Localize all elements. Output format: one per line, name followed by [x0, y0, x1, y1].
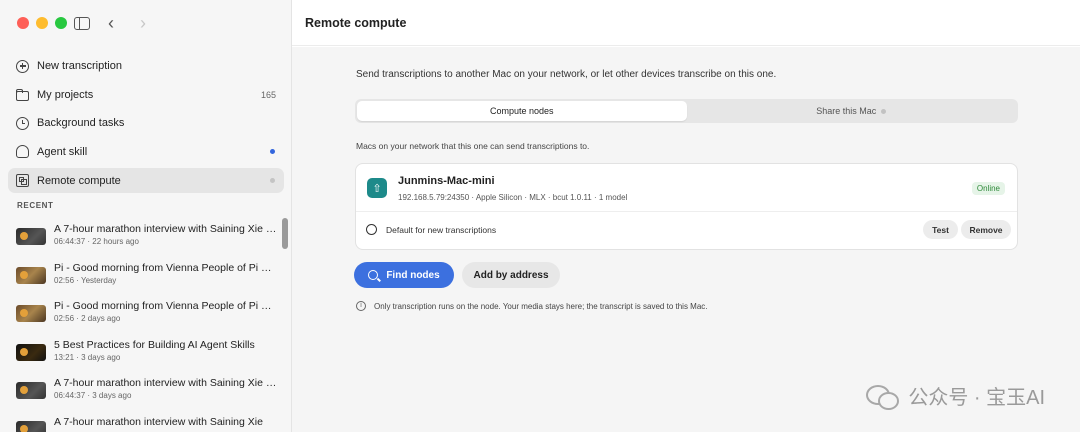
video-thumbnail — [16, 305, 46, 322]
recent-item-title: Pi - Good morning from Vienna People of … — [54, 300, 280, 312]
recent-item-title: A 7-hour marathon interview with Saining… — [54, 415, 263, 428]
sidebar-item-new-transcription[interactable]: New transcription — [8, 52, 284, 81]
recent-item-title: A 7-hour marathon interview with Saining… — [54, 223, 280, 235]
info-note-text: Only transcription runs on the node. You… — [374, 301, 708, 311]
watermark-text: 公众号 · 宝玉AI — [908, 387, 1045, 409]
sidebar-item-label: New transcription — [37, 60, 122, 73]
zoom-window-button[interactable] — [55, 17, 67, 29]
status-dot — [881, 108, 887, 114]
tab-label: Share this Mac — [816, 106, 877, 116]
node-detail: 192.168.5.79:24350 · Apple Silicon · MLX… — [398, 193, 628, 202]
recent-item-meta: 02:56 · 2 days ago — [54, 314, 121, 323]
sidebar-scrollbar[interactable] — [282, 218, 288, 249]
test-button[interactable]: Test — [923, 220, 958, 239]
recent-item[interactable]: A 7-hour marathon interview with Saining… — [16, 411, 280, 432]
recent-section-label: RECENT — [17, 201, 54, 210]
video-thumbnail — [16, 343, 46, 361]
recent-list: A 7-hour marathon interview with Saining… — [16, 218, 280, 432]
recent-item[interactable]: A 7-hour marathon interview with Saining… — [16, 218, 280, 257]
main-panel: Remote compute Send transcriptions to an… — [292, 0, 1080, 432]
default-radio-label: Default for new transcriptions — [386, 225, 497, 235]
sidebar-item-label: Remote compute — [37, 174, 121, 187]
forward-arrow-icon[interactable]: › — [140, 13, 146, 33]
unread-dot — [270, 149, 275, 155]
recent-item[interactable]: A 7-hour marathon interview with Saining… — [16, 372, 280, 411]
tab-share-this-mac[interactable]: Share this Mac — [687, 101, 1017, 121]
recent-item[interactable]: Pi - Good morning from Vienna People of … — [16, 257, 280, 296]
sidebar-item-label: My projects — [37, 88, 94, 101]
status-dot — [270, 178, 275, 183]
recent-item-title: 5 Best Practices for Building AI Agent S… — [54, 338, 255, 351]
tab-compute-nodes[interactable]: Compute nodes — [357, 101, 687, 121]
remote-compute-icon — [16, 174, 29, 187]
divider — [356, 211, 1017, 212]
sidebar-item-my-projects[interactable]: My projects 165 — [8, 81, 284, 110]
sidebar-nav: New transcription My projects 165 Backgr… — [8, 52, 284, 193]
watermark: 公众号 · 宝玉AI — [866, 381, 1045, 410]
upload-box-icon: ⇧ — [367, 178, 387, 198]
search-icon — [368, 270, 379, 280]
info-note: i Only transcription runs on the node. Y… — [356, 301, 708, 311]
status-badge: Online — [971, 182, 1005, 195]
agent-icon — [16, 145, 29, 159]
tab-label: Compute nodes — [489, 106, 554, 116]
back-arrow-icon[interactable]: ‹ — [108, 13, 114, 33]
folder-icon — [15, 88, 29, 101]
sidebar-toggle-icon[interactable] — [74, 17, 90, 30]
recent-item-title: A 7-hour marathon interview with Saining… — [54, 377, 280, 389]
main-header: Remote compute — [292, 0, 1080, 46]
video-thumbnail — [16, 228, 46, 245]
main-body: Send transcriptions to another Mac on yo… — [292, 47, 1080, 432]
close-window-button[interactable] — [17, 17, 29, 29]
sidebar: ‹ › New transcription My projects 165 Ba… — [0, 0, 292, 432]
sidebar-item-label: Background tasks — [37, 117, 125, 130]
node-card: ⇧ Junmins-Mac-mini 192.168.5.79:24350 · … — [355, 163, 1018, 250]
minimize-window-button[interactable] — [36, 17, 48, 29]
sidebar-item-background-tasks[interactable]: Background tasks — [8, 109, 284, 138]
recent-item-meta: 06:44:37 · 22 hours ago — [54, 237, 139, 246]
find-nodes-label: Find nodes — [386, 269, 440, 281]
sidebar-item-remote-compute[interactable]: Remote compute — [8, 168, 284, 193]
segmented-control: Compute nodes Share this Mac — [355, 99, 1018, 123]
remove-button[interactable]: Remove — [961, 220, 1011, 239]
plus-circle-icon — [16, 59, 29, 73]
recent-item-title: Pi - Good morning from Vienna People of … — [54, 261, 280, 274]
node-name: Junmins-Mac-mini — [398, 175, 495, 187]
recent-item-meta: 02:56 · Yesterday — [54, 275, 117, 285]
add-by-address-button[interactable]: Add by address — [462, 262, 560, 288]
wechat-logo-icon — [866, 383, 900, 410]
window-controls — [17, 17, 67, 29]
video-thumbnail — [16, 266, 46, 284]
sidebar-item-label: Agent skill — [37, 145, 88, 158]
intro-text: Send transcriptions to another Mac on yo… — [356, 69, 777, 80]
recent-item-meta: 13:21 · 3 days ago — [54, 352, 121, 362]
recent-item-meta: 06:44:37 · 3 days ago — [54, 391, 132, 400]
project-count: 165 — [260, 89, 276, 100]
sidebar-item-agent-skill[interactable]: Agent skill — [8, 138, 284, 167]
video-thumbnail — [16, 420, 46, 432]
clock-icon — [16, 116, 29, 130]
section-subtitle: Macs on your network that this one can s… — [356, 141, 590, 151]
page-title: Remote compute — [305, 15, 407, 30]
find-nodes-button[interactable]: Find nodes — [354, 262, 454, 288]
recent-item[interactable]: 5 Best Practices for Building AI Agent S… — [16, 334, 280, 373]
default-radio[interactable] — [366, 224, 377, 235]
video-thumbnail — [16, 382, 46, 399]
recent-item[interactable]: Pi - Good morning from Vienna People of … — [16, 295, 280, 334]
info-icon: i — [356, 301, 366, 311]
